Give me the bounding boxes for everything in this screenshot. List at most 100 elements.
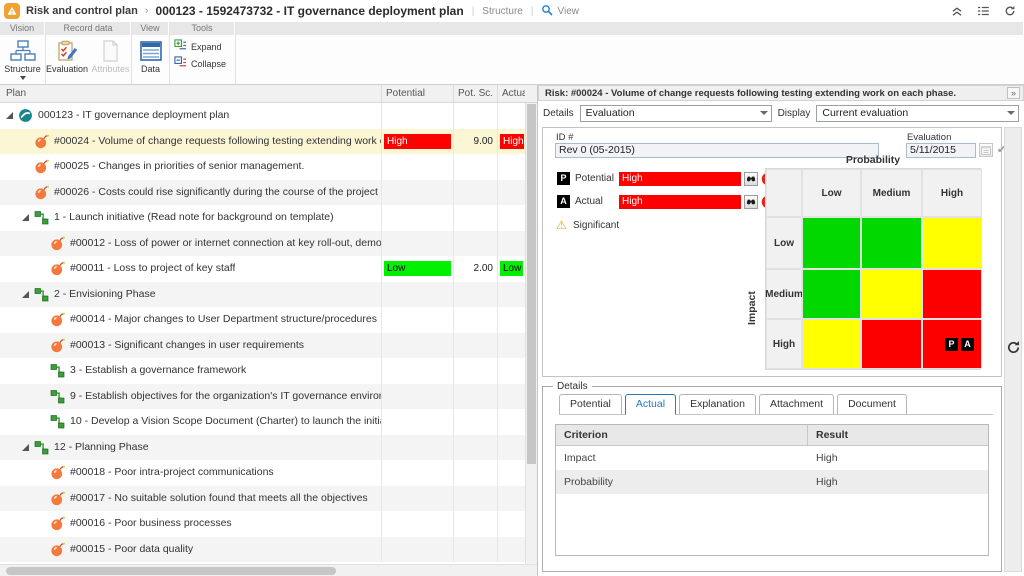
tree-row[interactable]: 12 - Planning Phase xyxy=(0,435,525,461)
expand-button[interactable]: Expand xyxy=(170,39,226,54)
tree-expander-icon[interactable] xyxy=(22,214,29,221)
matrix-column-header: High xyxy=(922,169,982,217)
binoculars-icon[interactable] xyxy=(744,195,758,209)
risk-title-bar: Risk: #00024 - Volume of change requests… xyxy=(538,85,1024,101)
column-header-plan[interactable]: Plan xyxy=(0,85,381,102)
potential-score-value xyxy=(453,537,497,563)
column-header-pot-sc[interactable]: Pot. Sc. xyxy=(453,85,497,102)
details-dropdown[interactable]: Evaluation xyxy=(580,105,772,122)
top-bar: Risk and control plan › 000123 - 1592473… xyxy=(0,0,1024,22)
tree-row[interactable]: #00013 - Significant changes in user req… xyxy=(0,333,525,359)
attributes-icon xyxy=(101,39,120,63)
tab-document[interactable]: Document xyxy=(837,394,907,414)
tree-row[interactable]: 000123 - IT governance deployment plan xyxy=(0,103,525,129)
display-dropdown[interactable]: Current evaluation xyxy=(816,105,1019,122)
criterion-result: High xyxy=(808,470,988,494)
tree-row[interactable]: 1 - Launch initiative (Read note for bac… xyxy=(0,205,525,231)
tree-item-label: #00017 - No suitable solution found that… xyxy=(70,486,368,511)
risk-bomb-icon xyxy=(34,159,49,174)
breadcrumb-root[interactable]: Risk and control plan xyxy=(26,5,138,17)
significant-warning-icon: ⚠ xyxy=(556,219,567,231)
right-gutter xyxy=(1004,127,1022,572)
potential-score-value xyxy=(453,205,497,231)
potential-score-value xyxy=(453,307,497,333)
ribbon-group-label: Vision xyxy=(0,22,45,35)
actual-rating-bar: High xyxy=(619,195,741,209)
tree-row[interactable]: 3 - Establish a governance framework xyxy=(0,358,525,384)
tree-expander-icon[interactable] xyxy=(6,112,13,119)
horizontal-scrollbar-thumb[interactable] xyxy=(6,567,336,575)
list-view-icon[interactable] xyxy=(977,5,990,17)
structure-menu-link[interactable]: Structure xyxy=(482,6,523,17)
refresh-matrix-icon[interactable] xyxy=(1006,340,1021,358)
tree-expander-icon[interactable] xyxy=(22,291,29,298)
calendar-icon xyxy=(979,143,993,157)
matrix-column-header: Medium xyxy=(861,169,922,217)
vertical-scrollbar[interactable] xyxy=(525,103,537,564)
confirm-check-icon[interactable]: ✔ xyxy=(997,143,1004,156)
column-header-actual[interactable]: Actual xyxy=(497,85,525,102)
risk-bomb-icon xyxy=(50,491,65,506)
matrix-row-header: Medium xyxy=(766,269,802,319)
evaluation-button[interactable]: Evaluation xyxy=(46,37,88,74)
tree-row[interactable]: #00018 - Poor intra-project communicatio… xyxy=(0,460,525,486)
binoculars-icon[interactable] xyxy=(744,172,758,186)
potential-score-value xyxy=(453,358,497,384)
tree-row[interactable]: 10 - Develop a Vision Scope Document (Ch… xyxy=(0,409,525,435)
search-icon xyxy=(541,4,553,19)
collapse-panel-button[interactable]: » xyxy=(1007,87,1020,99)
criteria-row[interactable]: ProbabilityHigh xyxy=(556,470,988,494)
expand-icon xyxy=(174,39,187,55)
structure-button[interactable]: Structure xyxy=(1,37,45,80)
horizontal-scrollbar[interactable] xyxy=(0,564,537,576)
matrix-row-header: High xyxy=(766,319,802,369)
ribbon-group-tools: Tools Expand Collapse xyxy=(170,22,236,84)
tree-row[interactable]: #00025 - Changes in priorities of senior… xyxy=(0,154,525,180)
tab-actual[interactable]: Actual xyxy=(625,394,676,415)
tree-row[interactable]: #00015 - Poor data quality xyxy=(0,537,525,563)
potential-score-value xyxy=(453,460,497,486)
tab-attachment[interactable]: Attachment xyxy=(759,394,834,414)
actual-rating-badge: High xyxy=(500,134,524,149)
tree-row[interactable]: 9 - Establish objectives for the organiz… xyxy=(0,384,525,410)
criteria-row[interactable]: ImpactHigh xyxy=(556,446,988,470)
matrix-cell-red xyxy=(922,269,982,319)
display-dropdown-value: Current evaluation xyxy=(822,107,1003,119)
plan-panel: Plan Potential Pot. Sc. Actual 000123 - … xyxy=(0,85,538,576)
tree-row[interactable]: #00017 - No suitable solution found that… xyxy=(0,486,525,512)
tab-explanation[interactable]: Explanation xyxy=(679,394,756,414)
view-search-link[interactable]: View xyxy=(541,4,579,19)
tree-row[interactable]: #00012 - Loss of power or internet conne… xyxy=(0,231,525,257)
risk-bomb-icon xyxy=(34,134,49,149)
tree-row[interactable]: #00016 - Poor business processes xyxy=(0,511,525,537)
tree-row[interactable]: #00014 - Major changes to User Departmen… xyxy=(0,307,525,333)
tree-item-label: #00024 - Volume of change requests follo… xyxy=(54,129,381,154)
data-button[interactable]: Data xyxy=(132,37,169,74)
tree-expander-icon[interactable] xyxy=(22,444,29,451)
collapse-ribbon-icon[interactable] xyxy=(951,5,963,17)
matrix-corner-cell xyxy=(766,169,802,217)
potential-score-value xyxy=(453,435,497,461)
vertical-scrollbar-thumb[interactable] xyxy=(527,104,536,464)
potential-score-value xyxy=(453,282,497,308)
tree-row[interactable]: #00011 - Loss to project of key staffLow… xyxy=(0,256,525,282)
evaluation-box: ID # Rev 0 (05-2015) Evaluation 5/11/201… xyxy=(542,127,1002,377)
risk-matrix: Probability LowMediumHighLowMediumHighPA xyxy=(765,154,981,370)
matrix-row-header: Low xyxy=(766,217,802,269)
plan-table-header: Plan Potential Pot. Sc. Actual xyxy=(0,85,537,103)
tree-item-label: 10 - Develop a Vision Scope Document (Ch… xyxy=(70,409,381,434)
tree-row[interactable]: #00026 - Costs could rise significantly … xyxy=(0,180,525,206)
column-header-potential[interactable]: Potential xyxy=(381,85,453,102)
id-field-label: ID # xyxy=(556,132,573,143)
evaluation-button-label: Evaluation xyxy=(46,64,88,74)
tree-row[interactable]: 2 - Envisioning Phase xyxy=(0,282,525,308)
details-legend: Details xyxy=(553,381,592,392)
tab-potential[interactable]: Potential xyxy=(559,394,622,414)
tree-row-selected[interactable]: #00024 - Volume of change requests follo… xyxy=(0,129,525,155)
refresh-icon[interactable] xyxy=(1004,5,1016,17)
collapse-button[interactable]: Collapse xyxy=(170,56,230,71)
phase-steps-icon xyxy=(50,389,65,404)
criteria-column-header: Criterion xyxy=(556,425,808,445)
potential-rating-bar: High xyxy=(619,172,741,186)
potential-score-value: 9.00 xyxy=(453,129,497,155)
